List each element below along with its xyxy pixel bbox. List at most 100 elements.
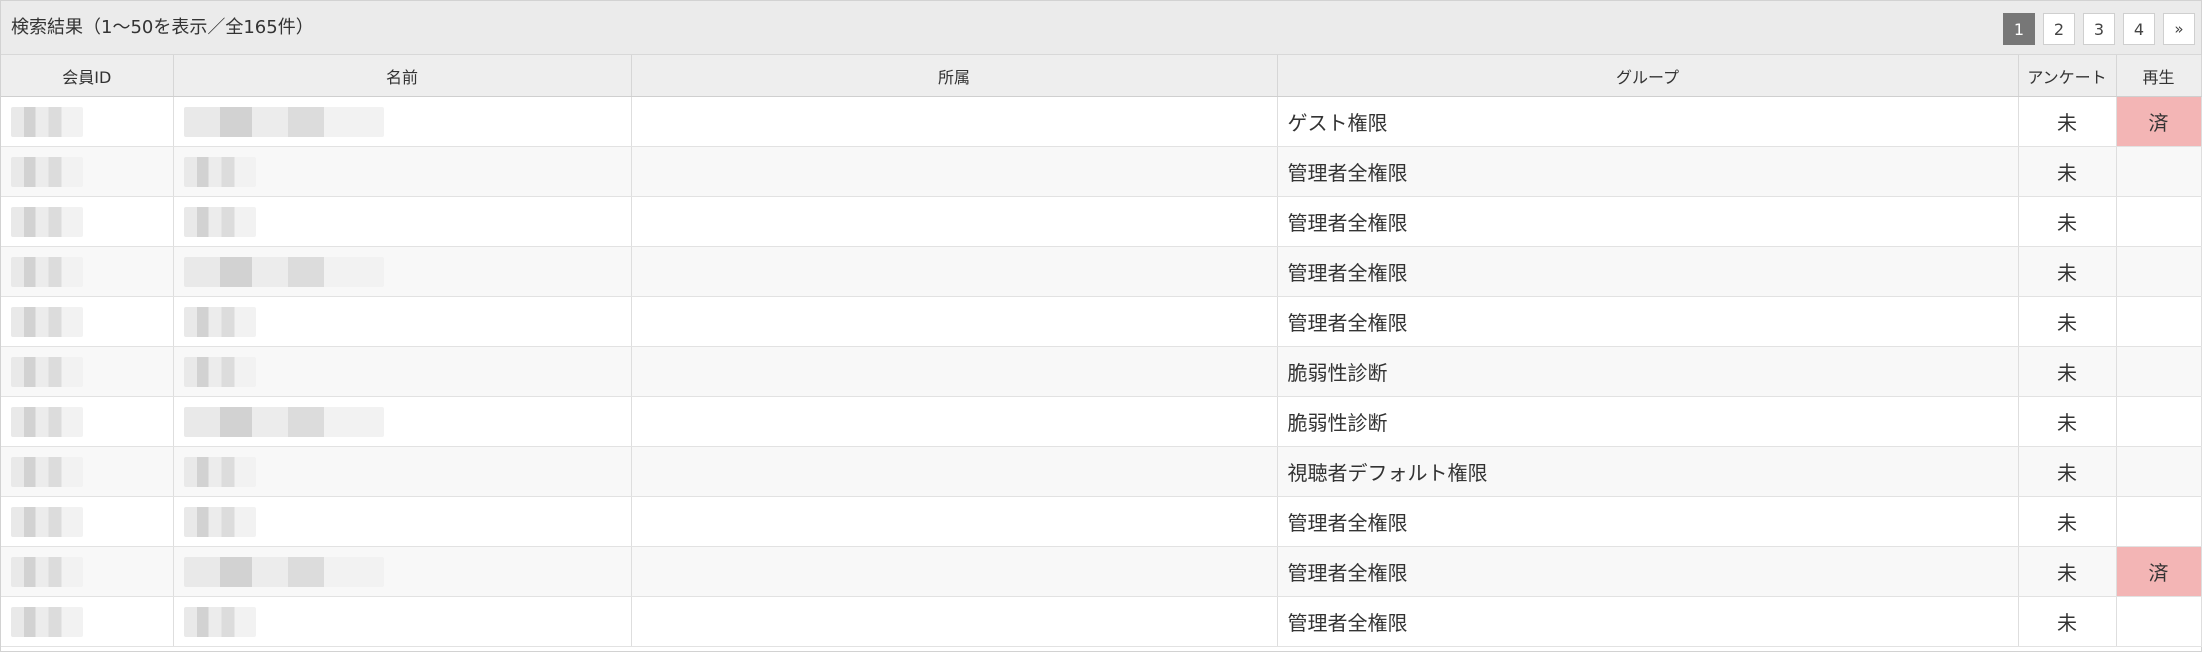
name-cell[interactable]	[173, 596, 632, 647]
affiliation-cell	[631, 546, 1278, 597]
affiliation-cell	[631, 596, 1278, 647]
redacted-member-id	[11, 556, 83, 587]
table-row[interactable]: 管理者全権限未	[1, 296, 2202, 347]
survey-status-cell: 未	[2018, 146, 2117, 197]
table-row[interactable]: 脆弱性診断未	[1, 396, 2202, 447]
table-row[interactable]: 管理者全権限未済	[1, 546, 2202, 597]
affiliation-cell	[631, 496, 1278, 547]
member-id-cell[interactable]	[1, 546, 174, 597]
results-header: 検索結果（1〜50を表示／全165件） 1 2 3 4 »	[1, 1, 2201, 55]
played-status-cell	[2116, 396, 2202, 447]
survey-status-cell: 未	[2018, 96, 2117, 147]
group-cell: 管理者全権限	[1277, 496, 2019, 547]
played-status-cell: 済	[2116, 546, 2202, 597]
results-summary: 検索結果（1〜50を表示／全165件）	[11, 17, 314, 38]
survey-status-cell: 未	[2018, 546, 2117, 597]
member-id-cell[interactable]	[1, 496, 174, 547]
survey-status-cell: 未	[2018, 296, 2117, 347]
pagination: 1 2 3 4 »	[2003, 13, 2195, 45]
redacted-member-id	[11, 306, 83, 337]
played-status-cell	[2116, 596, 2202, 647]
name-cell[interactable]	[173, 346, 632, 397]
page-4-button[interactable]: 4	[2123, 13, 2155, 45]
survey-status-cell: 未	[2018, 346, 2117, 397]
table-row[interactable]: 管理者全権限未	[1, 146, 2202, 197]
group-cell: 管理者全権限	[1277, 596, 2019, 647]
member-id-cell[interactable]	[1, 146, 174, 197]
group-cell: 管理者全権限	[1277, 146, 2019, 197]
survey-status-cell: 未	[2018, 496, 2117, 547]
group-cell: 管理者全権限	[1277, 546, 2019, 597]
redacted-name	[183, 206, 256, 237]
played-status-cell	[2116, 146, 2202, 197]
page-3-button[interactable]: 3	[2083, 13, 2115, 45]
redacted-member-id	[11, 156, 83, 187]
next-page-button[interactable]: »	[2163, 13, 2195, 45]
search-results-panel: 検索結果（1〜50を表示／全165件） 1 2 3 4 » 会員ID 名前 所属…	[0, 0, 2202, 652]
name-cell[interactable]	[173, 146, 632, 197]
name-cell[interactable]	[173, 546, 632, 597]
page-1-button[interactable]: 1	[2003, 13, 2035, 45]
table-row[interactable]: 視聴者デフォルト権限未	[1, 446, 2202, 497]
name-cell[interactable]	[173, 396, 632, 447]
redacted-member-id	[11, 606, 83, 637]
table-row[interactable]: 管理者全権限未	[1, 596, 2202, 647]
redacted-name	[183, 156, 256, 187]
member-id-cell[interactable]	[1, 96, 174, 147]
redacted-member-id	[11, 406, 83, 437]
member-id-cell[interactable]	[1, 446, 174, 497]
table-row[interactable]: 管理者全権限未	[1, 496, 2202, 547]
column-header-group[interactable]: グループ	[1277, 55, 2019, 97]
name-cell[interactable]	[173, 196, 632, 247]
affiliation-cell	[631, 396, 1278, 447]
member-id-cell[interactable]	[1, 196, 174, 247]
page-2-button[interactable]: 2	[2043, 13, 2075, 45]
played-status-cell	[2116, 496, 2202, 547]
affiliation-cell	[631, 146, 1278, 197]
group-cell: 視聴者デフォルト権限	[1277, 446, 2019, 497]
group-cell: 管理者全権限	[1277, 246, 2019, 297]
member-id-cell[interactable]	[1, 296, 174, 347]
name-cell[interactable]	[173, 446, 632, 497]
member-id-cell[interactable]	[1, 246, 174, 297]
table-row[interactable]: 脆弱性診断未	[1, 346, 2202, 397]
name-cell[interactable]	[173, 246, 632, 297]
redacted-member-id	[11, 206, 83, 237]
name-cell[interactable]	[173, 496, 632, 547]
redacted-name	[183, 356, 256, 387]
redacted-name	[183, 306, 256, 337]
affiliation-cell	[631, 296, 1278, 347]
member-id-cell[interactable]	[1, 596, 174, 647]
group-cell: 脆弱性診断	[1277, 346, 2019, 397]
affiliation-cell	[631, 96, 1278, 147]
survey-status-cell: 未	[2018, 596, 2117, 647]
redacted-name	[183, 406, 384, 437]
affiliation-cell	[631, 196, 1278, 247]
member-id-cell[interactable]	[1, 396, 174, 447]
name-cell[interactable]	[173, 296, 632, 347]
affiliation-cell	[631, 246, 1278, 297]
table-row[interactable]: ゲスト権限未済	[1, 96, 2202, 147]
redacted-member-id	[11, 356, 83, 387]
redacted-name	[183, 106, 384, 137]
table-row[interactable]: 管理者全権限未	[1, 196, 2202, 247]
survey-status-cell: 未	[2018, 196, 2117, 247]
redacted-name	[183, 606, 256, 637]
survey-status-cell: 未	[2018, 246, 2117, 297]
redacted-member-id	[11, 456, 83, 487]
redacted-member-id	[11, 256, 83, 287]
played-status-cell: 済	[2116, 96, 2202, 147]
column-header-affiliation[interactable]: 所属	[631, 55, 1278, 97]
member-id-cell[interactable]	[1, 346, 174, 397]
redacted-member-id	[11, 506, 83, 537]
column-header-survey[interactable]: アンケート	[2018, 55, 2117, 97]
redacted-name	[183, 556, 384, 587]
column-header-name[interactable]: 名前	[173, 55, 632, 97]
played-status-cell	[2116, 446, 2202, 497]
table-row[interactable]: 管理者全権限未	[1, 246, 2202, 297]
column-header-member-id[interactable]: 会員ID	[1, 55, 174, 97]
column-header-played[interactable]: 再生	[2116, 55, 2202, 97]
played-status-cell	[2116, 246, 2202, 297]
name-cell[interactable]	[173, 96, 632, 147]
redacted-name	[183, 456, 256, 487]
